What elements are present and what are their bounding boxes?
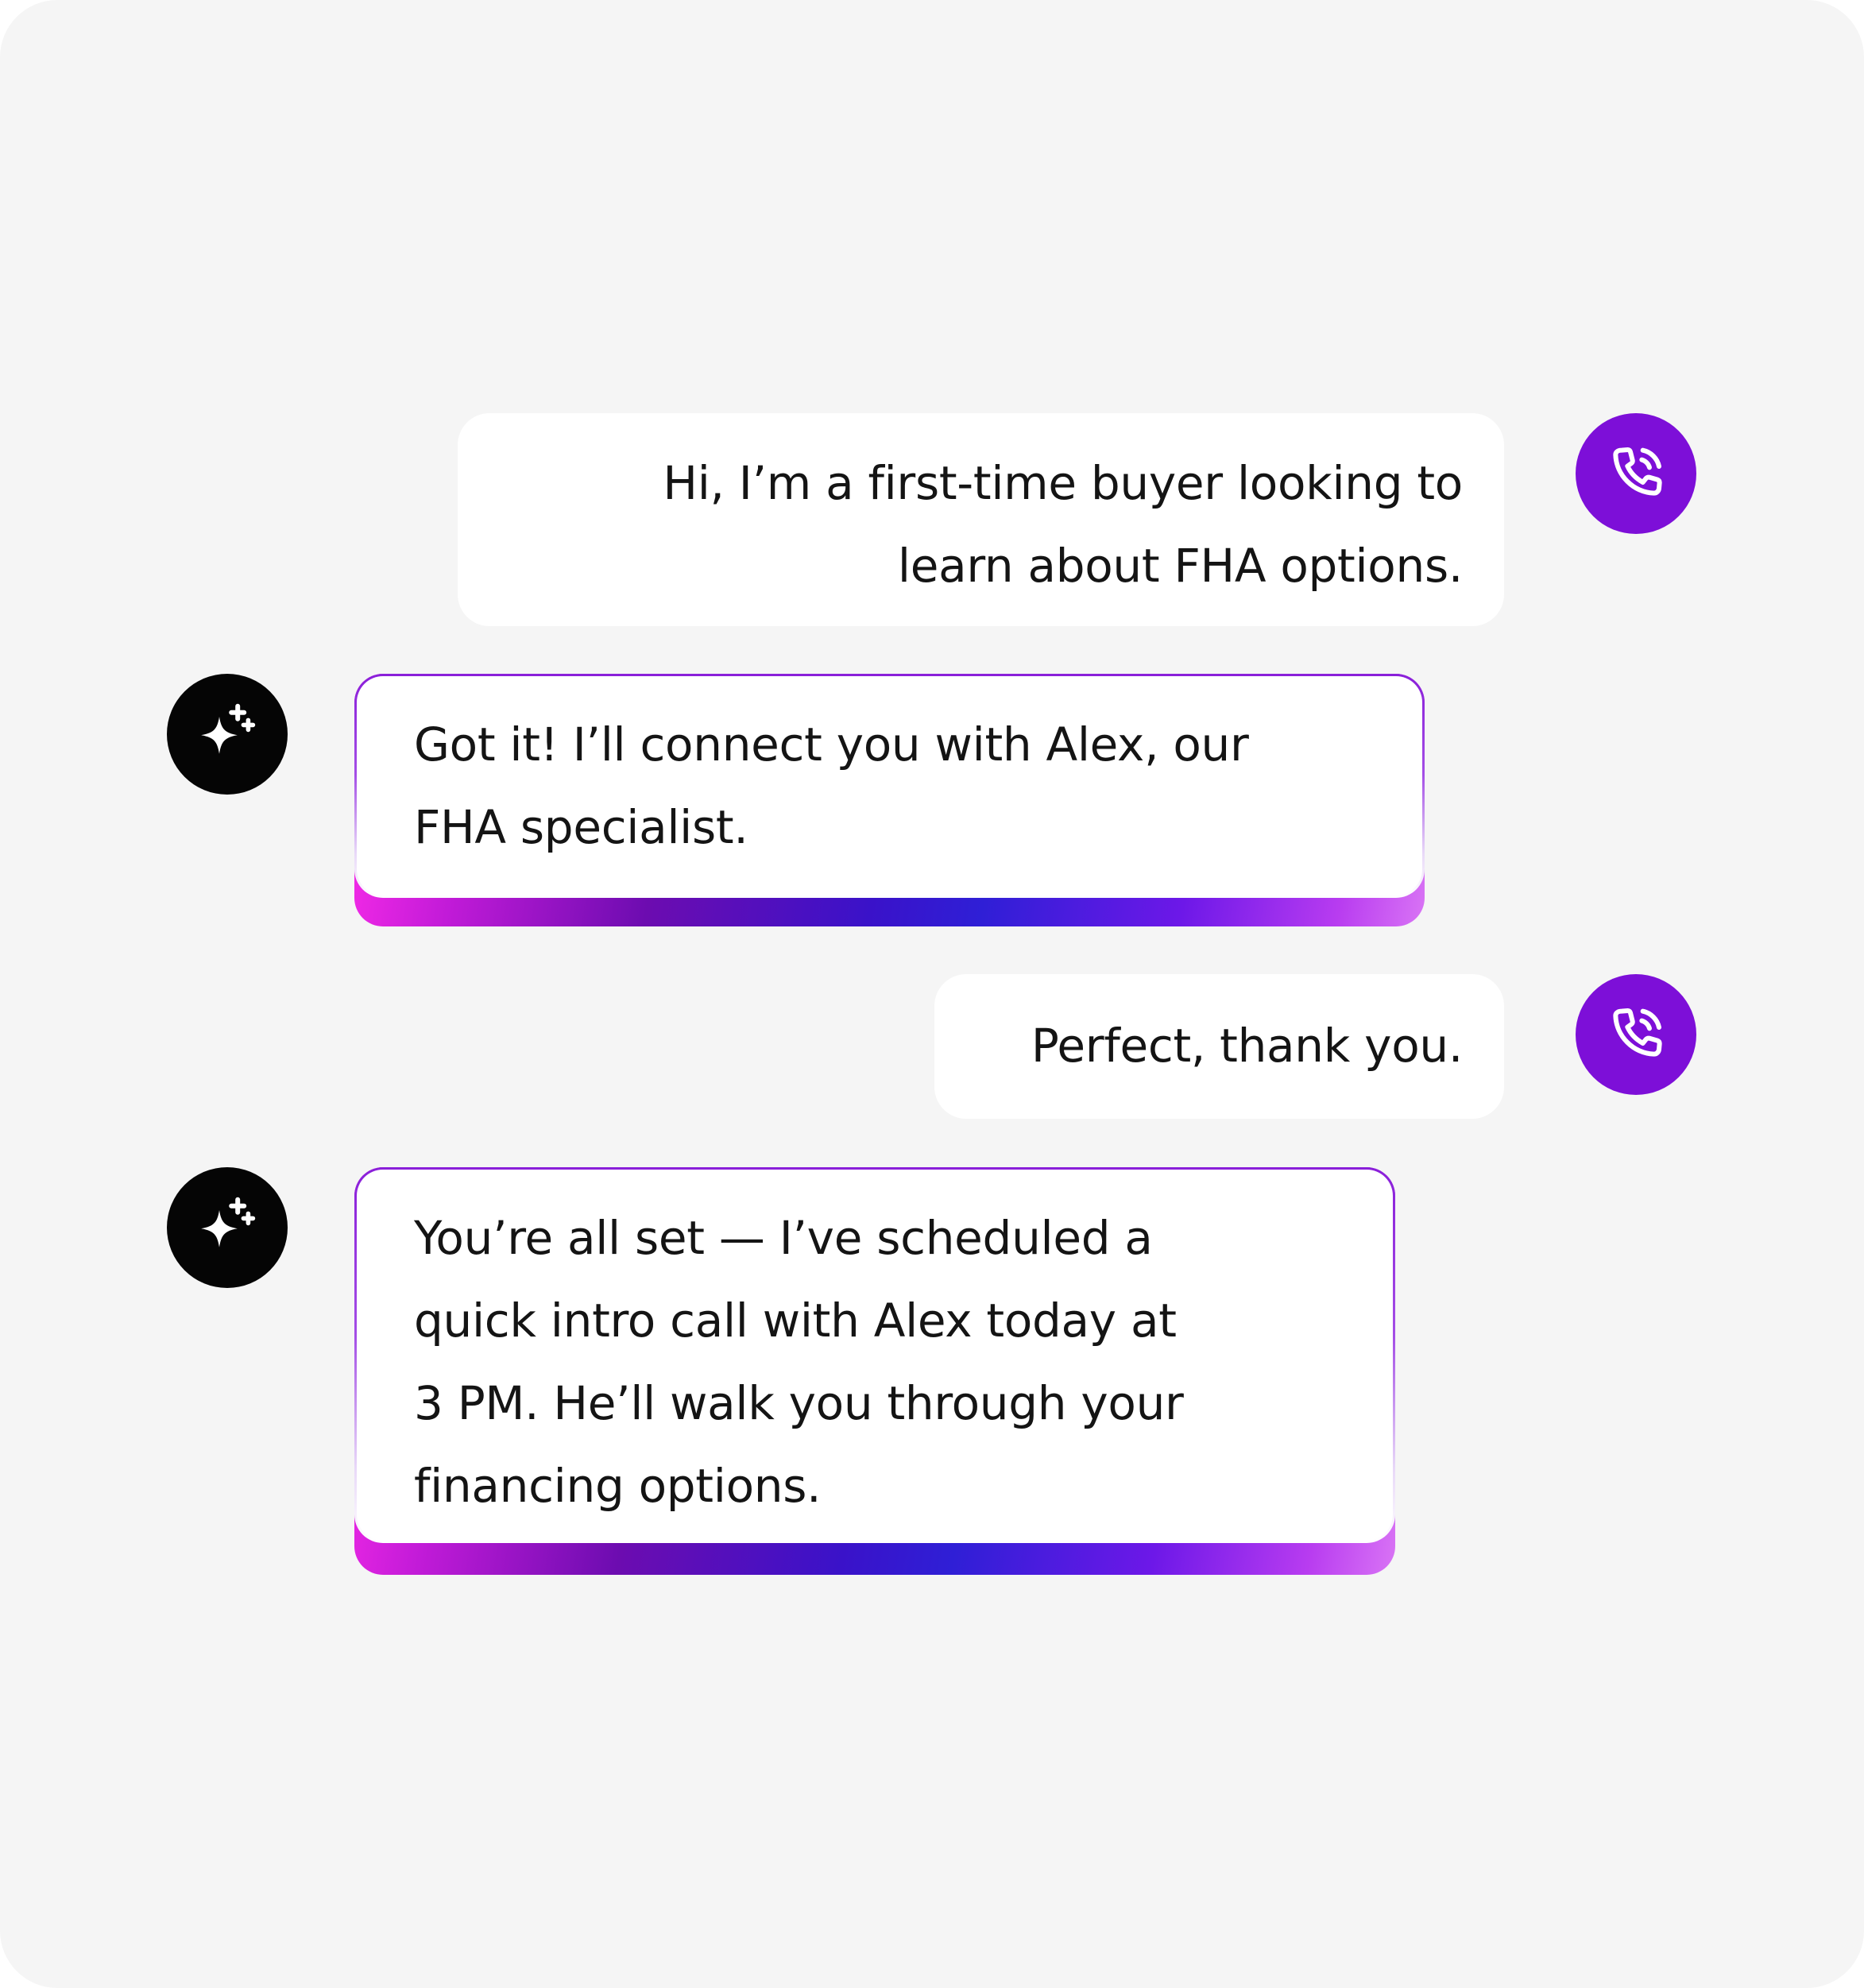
chat-canvas: Hi, I’m a first-time buyer looking to le…: [0, 0, 1864, 1988]
assistant-message-card: Got it! I’ll connect you with Alex, our …: [354, 674, 1425, 926]
sparkles-icon: [201, 703, 256, 754]
caller-avatar: [1576, 974, 1696, 1095]
assistant-avatar: [167, 674, 288, 795]
message-line: You’re all set — I’ve scheduled a: [414, 1211, 1153, 1265]
assistant-message-card: You’re all set — I’ve scheduled a quick …: [354, 1167, 1395, 1575]
message-line: Perfect, thank you.: [1031, 1019, 1463, 1073]
phone-call-icon: [1613, 447, 1662, 496]
assistant-message-bubble: Got it! I’ll connect you with Alex, our …: [354, 674, 1425, 898]
message-line: 3 PM. He’ll walk you through your: [414, 1376, 1184, 1430]
caller-avatar: [1576, 413, 1696, 534]
message-line: quick intro call with Alex today at: [414, 1294, 1177, 1348]
message-line: learn about FHA options.: [897, 539, 1463, 593]
caller-message-bubble: Hi, I’m a first-time buyer looking to le…: [458, 413, 1504, 626]
message-line: Hi, I’m a first-time buyer looking to: [663, 456, 1463, 510]
assistant-message-bubble: You’re all set — I’ve scheduled a quick …: [354, 1167, 1395, 1543]
sparkles-icon: [201, 1197, 256, 1247]
message-line: Got it! I’ll connect you with Alex, our: [414, 717, 1249, 772]
phone-call-icon: [1613, 1008, 1662, 1057]
assistant-avatar: [167, 1167, 288, 1288]
caller-message-bubble: Perfect, thank you.: [934, 974, 1504, 1119]
message-line: FHA specialist.: [414, 800, 748, 854]
message-line: financing options.: [414, 1459, 822, 1513]
